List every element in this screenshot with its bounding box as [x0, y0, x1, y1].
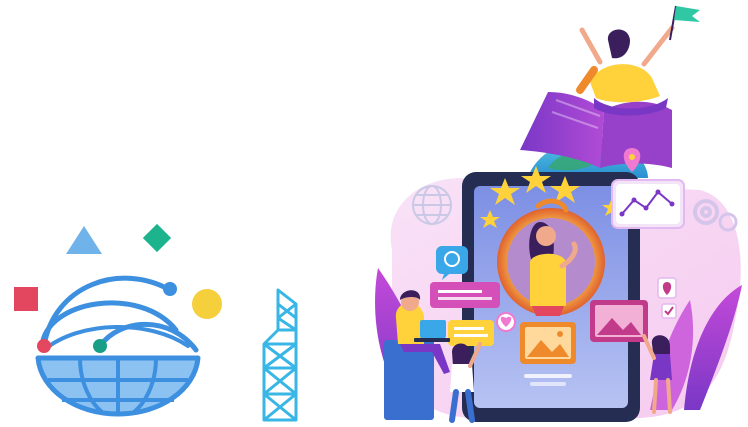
dot-blue — [163, 282, 177, 296]
flag-icon — [669, 5, 700, 41]
circle-icon — [192, 289, 222, 319]
illustration-canvas — [14, 5, 742, 423]
line-chart-card-icon — [611, 179, 685, 229]
laptop-icon — [420, 320, 446, 338]
checkbox-icon — [661, 303, 677, 319]
image-card-icon — [590, 300, 648, 342]
image-card-icon — [520, 322, 576, 364]
caption-line — [530, 382, 566, 386]
location-pin-icon — [657, 277, 677, 299]
globe-basket-group — [14, 223, 222, 417]
heart-icon — [496, 312, 516, 332]
square-icon — [14, 287, 38, 311]
text-card — [448, 320, 494, 346]
tablet-learning-illustration — [375, 5, 742, 423]
triangle-icon — [66, 226, 102, 254]
laptop-base — [414, 338, 450, 342]
text-card — [430, 282, 500, 308]
dot-red — [37, 339, 51, 353]
caption-line — [524, 374, 572, 378]
lattice-tower-icon — [262, 288, 298, 422]
dot-green — [93, 339, 107, 353]
diamond-icon — [142, 223, 172, 253]
person-on-book-icon — [576, 25, 675, 116]
